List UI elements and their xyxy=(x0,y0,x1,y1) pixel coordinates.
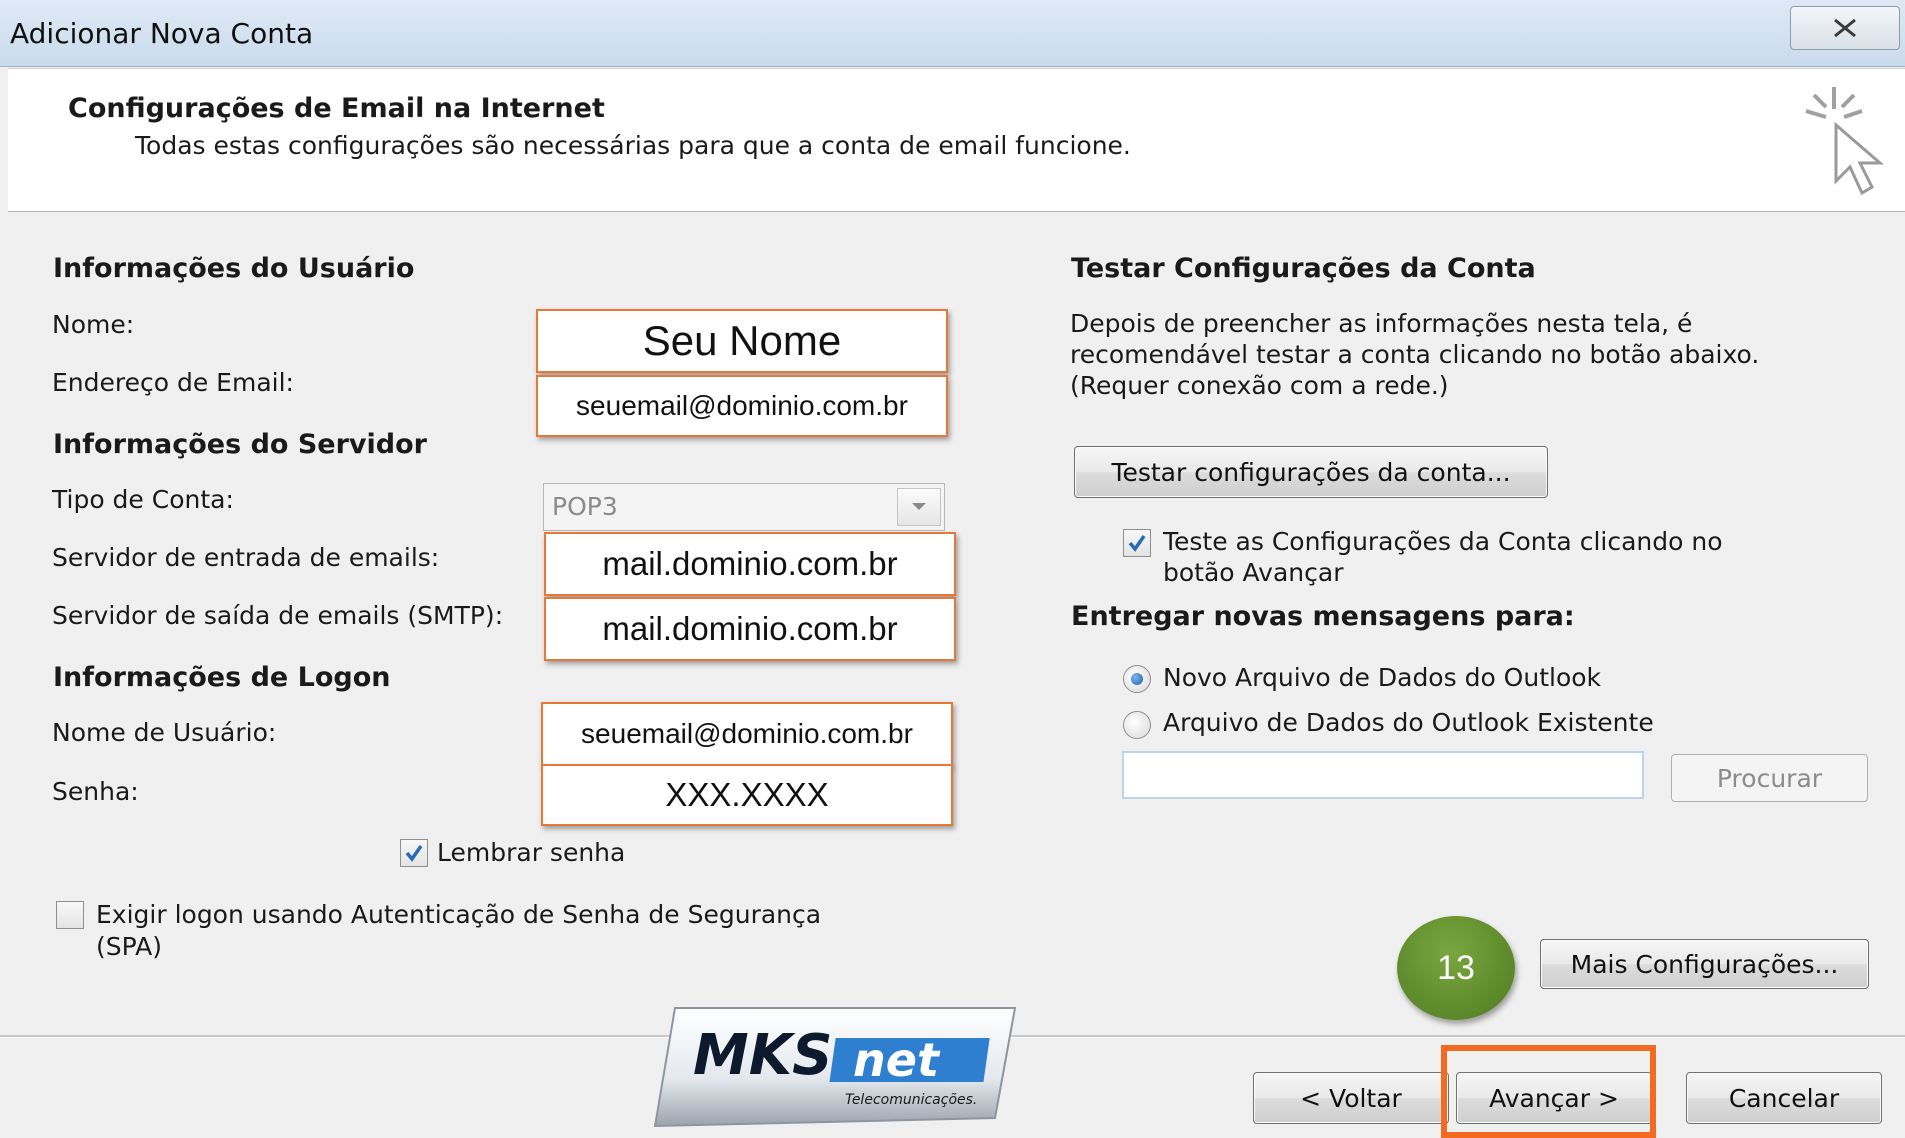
test-account-button[interactable]: Testar configurações da conta... xyxy=(1074,446,1548,498)
account-type-label: Tipo de Conta: xyxy=(52,485,234,514)
password-value: XXX.XXXX xyxy=(665,776,829,813)
cancel-button-label: Cancelar xyxy=(1728,1083,1840,1113)
back-button[interactable]: < Voltar xyxy=(1253,1072,1449,1124)
header-title: Configurações de Email na Internet xyxy=(68,93,605,124)
username-value: seuemail@dominio.com.br xyxy=(581,718,913,749)
existing-data-file-label: Arquivo de Dados do Outlook Existente xyxy=(1163,708,1654,737)
mksnet-logo: MKS net Telecomunicações. xyxy=(653,1007,1017,1128)
test-desc-line2: recomendável testar a conta clicando no … xyxy=(1070,340,1760,369)
name-input[interactable]: Seu Nome xyxy=(536,309,948,373)
logo-tagline: Telecomunicações. xyxy=(845,1092,977,1108)
step-number-badge: 13 xyxy=(1397,916,1515,1020)
deliver-heading: Entregar novas mensagens para: xyxy=(1071,601,1575,632)
remember-password-label: Lembrar senha xyxy=(437,838,626,867)
incoming-server-value: mail.dominio.com.br xyxy=(602,545,898,582)
username-input[interactable]: seuemail@dominio.com.br xyxy=(541,702,953,766)
spa-label-line1: Exigir logon usando Autenticação de Senh… xyxy=(96,900,822,929)
password-input[interactable]: XXX.XXXX xyxy=(541,764,953,826)
incoming-server-input[interactable]: mail.dominio.com.br xyxy=(544,532,956,596)
email-input[interactable]: seuemail@dominio.com.br xyxy=(536,375,948,437)
account-type-select[interactable]: POP3 xyxy=(543,483,945,531)
logo-brand-accent: net xyxy=(853,1033,941,1087)
logo-brand-main: MKS xyxy=(693,1023,832,1088)
test-account-button-label: Testar configurações da conta... xyxy=(1111,457,1511,487)
outgoing-server-value: mail.dominio.com.br xyxy=(602,610,898,647)
browse-button[interactable]: Procurar xyxy=(1671,754,1868,802)
cancel-button[interactable]: Cancelar xyxy=(1686,1072,1882,1124)
test-settings-heading: Testar Configurações da Conta xyxy=(1071,253,1536,284)
next-button-highlight xyxy=(1441,1045,1656,1138)
checkmark-icon xyxy=(405,845,423,862)
name-label: Nome: xyxy=(52,310,135,339)
test-desc-line1: Depois de preencher as informações nesta… xyxy=(1070,309,1693,338)
dropdown-arrow[interactable] xyxy=(897,488,941,526)
name-value: Seu Nome xyxy=(642,317,842,364)
existing-data-file-radio[interactable] xyxy=(1123,711,1151,739)
close-button[interactable] xyxy=(1790,6,1900,50)
auto-test-label-line1: Teste as Configurações da Conta clicando… xyxy=(1163,527,1723,556)
user-info-heading: Informações do Usuário xyxy=(53,253,415,284)
more-settings-button[interactable]: Mais Configurações... xyxy=(1540,939,1869,989)
close-icon xyxy=(1834,18,1856,38)
spa-checkbox[interactable] xyxy=(56,901,84,929)
window-title: Adicionar Nova Conta xyxy=(10,17,314,50)
window-titlebar: Adicionar Nova Conta xyxy=(0,0,1905,67)
email-value: seuemail@dominio.com.br xyxy=(576,390,908,421)
back-button-label: < Voltar xyxy=(1300,1083,1402,1113)
server-info-heading: Informações do Servidor xyxy=(53,429,427,460)
outgoing-server-label: Servidor de saída de emails (SMTP): xyxy=(52,601,504,630)
step-number: 13 xyxy=(1437,948,1475,987)
outgoing-server-input[interactable]: mail.dominio.com.br xyxy=(544,597,956,661)
new-data-file-label: Novo Arquivo de Dados do Outlook xyxy=(1163,663,1602,692)
browse-button-label: Procurar xyxy=(1716,763,1823,793)
header-subtitle: Todas estas configurações são necessária… xyxy=(135,131,1131,160)
checkmark-icon xyxy=(1128,535,1146,552)
test-desc-line3: (Requer conexão com a rede.) xyxy=(1070,371,1449,400)
remember-password-checkbox[interactable] xyxy=(400,839,428,867)
password-label: Senha: xyxy=(52,777,139,806)
auto-test-label-line2: botão Avançar xyxy=(1163,558,1344,587)
chevron-down-icon xyxy=(912,503,926,510)
username-label: Nome de Usuário: xyxy=(52,718,277,747)
logon-info-heading: Informações de Logon xyxy=(53,662,391,693)
cursor-sparkle-icon xyxy=(1805,87,1885,196)
radio-selected-dot xyxy=(1131,673,1143,685)
spa-label-line2: (SPA) xyxy=(96,932,162,961)
dialog-header: Configurações de Email na Internet Todas… xyxy=(8,68,1905,212)
email-label: Endereço de Email: xyxy=(52,368,294,397)
auto-test-checkbox[interactable] xyxy=(1123,529,1151,557)
more-settings-button-label: Mais Configurações... xyxy=(1570,949,1839,979)
incoming-server-label: Servidor de entrada de emails: xyxy=(52,543,440,572)
data-file-path-input[interactable] xyxy=(1122,751,1644,799)
new-data-file-radio[interactable] xyxy=(1123,665,1151,693)
account-type-value: POP3 xyxy=(552,492,618,521)
